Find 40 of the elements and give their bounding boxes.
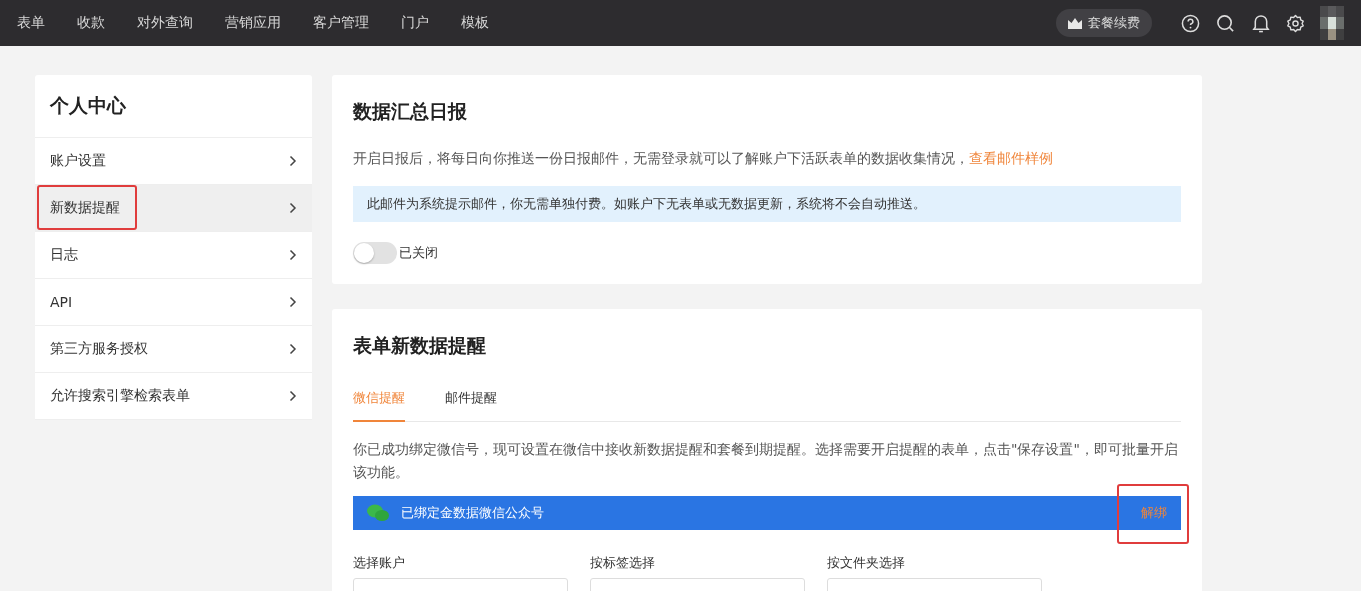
chat-bubbles-icon [367, 504, 389, 522]
sidebar-item-label: 日志 [50, 246, 78, 264]
description: 开启日报后，将每日向你推送一份日报邮件，无需登录就可以了解账户下活跃表单的数据收集情况，查看邮件样例 [353, 149, 1054, 168]
chevron-right-icon [289, 155, 297, 167]
nav-link[interactable]: 门户 [401, 14, 429, 32]
renew-button[interactable]: 套餐续费 [1056, 9, 1152, 37]
nav-link[interactable]: 客户管理 [313, 14, 369, 32]
sidebar-item-label: API [50, 294, 73, 310]
crown-icon [1068, 17, 1082, 29]
help-icon[interactable] [1180, 12, 1201, 34]
chevron-right-icon [289, 390, 297, 402]
search-icon[interactable] [1215, 12, 1236, 34]
notice: 此邮件为系统提示邮件，你无需单独付费。如账户下无表单或无数据更新，系统将不会自动推送。 [353, 186, 1181, 222]
nav-link[interactable]: 营销应用 [225, 14, 281, 32]
card-title: 表单新数据提醒 [353, 333, 487, 358]
bound-text: 已绑定金数据微信公众号 [401, 504, 545, 522]
toggle-label: 已关闭 [399, 244, 438, 262]
sidebar-item[interactable]: 新数据提醒 [35, 185, 312, 232]
filter-label: 按文件夹选择 [827, 554, 906, 572]
sidebar-item-label: 新数据提醒 [50, 199, 120, 217]
description: 你已成功绑定微信号，现可设置在微信中接收新数据提醒和套餐到期提醒。选择需要开启提醒的表单，点击"保存设置"，即可批量开启该功能。 [353, 440, 1179, 482]
chevron-right-icon [289, 343, 297, 355]
nav-link[interactable]: 对外查询 [137, 14, 193, 32]
nav-link[interactable]: 收款 [77, 14, 105, 32]
nav-link[interactable]: 模板 [461, 14, 489, 32]
chevron-right-icon [289, 249, 297, 261]
card-title: 数据汇总日报 [353, 99, 468, 124]
toggle-switch[interactable] [353, 242, 397, 264]
sidebar-item-label: 第三方服务授权 [50, 340, 148, 358]
avatar[interactable] [1320, 6, 1344, 40]
sidebar-item-label: 允许搜索引擎检索表单 [50, 387, 190, 405]
chevron-right-icon [289, 296, 297, 308]
filter-label: 按标签选择 [590, 554, 656, 572]
nav-link[interactable]: 表单 [17, 14, 45, 32]
bell-icon[interactable] [1250, 12, 1271, 34]
chevron-right-icon [289, 202, 297, 214]
settings-icon[interactable] [1285, 12, 1306, 34]
tab[interactable]: 邮件提醒 [445, 383, 497, 422]
filter-label: 选择账户 [353, 554, 406, 572]
sidebar-item-label: 账户设置 [50, 152, 106, 170]
